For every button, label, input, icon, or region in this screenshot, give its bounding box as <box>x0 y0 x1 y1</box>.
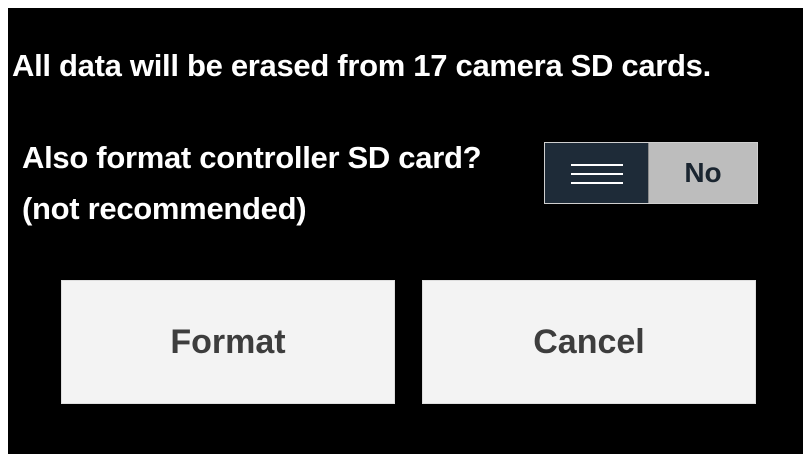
erase-warning-message: All data will be erased from 17 camera S… <box>12 48 711 83</box>
toggle-knob[interactable] <box>545 143 649 203</box>
cancel-button[interactable]: Cancel <box>422 280 756 404</box>
format-controller-question: Also format controller SD card? (not rec… <box>22 140 482 226</box>
hamburger-lines-icon <box>571 164 623 184</box>
format-button[interactable]: Format <box>61 280 395 404</box>
format-controller-toggle[interactable]: No <box>544 142 758 204</box>
toggle-value-label: No <box>684 157 722 188</box>
format-dialog: All data will be erased from 17 camera S… <box>8 8 803 454</box>
